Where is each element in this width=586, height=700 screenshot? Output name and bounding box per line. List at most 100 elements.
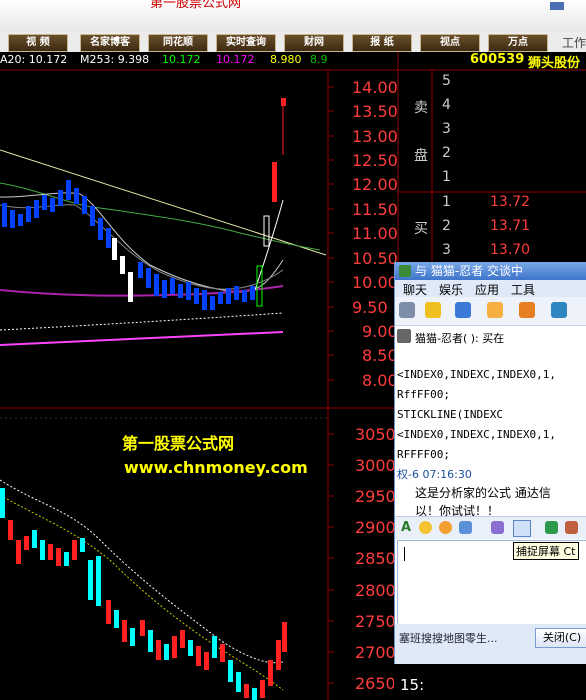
menu-blog[interactable]: 名家博客 <box>80 34 140 52</box>
indicator-value-magenta: 10.172 <box>216 53 255 66</box>
message-line: STICKLINE(INDEXC <box>397 408 503 421</box>
bottom-time: 15: <box>400 676 425 694</box>
message-sender: 猫猫-忍者( ): 买在 <box>415 332 505 345</box>
menu-viewpoint[interactable]: 视点 <box>420 34 480 52</box>
screenshot-icon[interactable] <box>513 520 531 537</box>
voice-icon[interactable] <box>425 302 441 318</box>
footer-ad-text[interactable]: 塞班搜搜地图零生... <box>399 630 498 646</box>
axis-label: 9.00 <box>362 322 398 341</box>
axis-label: 13.00 <box>352 127 398 146</box>
buy-price: 13.70 <box>490 242 531 258</box>
message-line: <INDEX0,INDEXC,INDEX0,1, <box>397 368 556 381</box>
app-icon[interactable] <box>487 302 503 318</box>
axis-label: 12.50 <box>352 151 398 170</box>
tab-apps[interactable]: 应用 <box>475 281 499 298</box>
axis-label: 2950 <box>355 487 396 506</box>
menu-bar: 视 频 名家博客 同花顺 实时查询 财网 报 纸 视点 万点 工作 <box>0 32 586 52</box>
indicator-value-darkgreen: 8.9 <box>310 53 328 66</box>
menu-work[interactable]: 工作 <box>562 34 586 51</box>
lower-candles <box>0 488 287 700</box>
axis-label: 11.00 <box>352 224 398 243</box>
axis-label: 2800 <box>355 581 396 600</box>
menu-wandian[interactable]: 万点 <box>488 34 548 52</box>
axis-label: 2700 <box>355 643 396 662</box>
tab-fun[interactable]: 娱乐 <box>439 281 463 298</box>
axis-label: 3000 <box>355 456 396 475</box>
sell-level: 2 <box>442 145 451 161</box>
image-icon[interactable] <box>491 521 504 534</box>
sell-label-2: 盘 <box>414 148 428 164</box>
close-button[interactable]: 关闭(C) <box>535 628 586 648</box>
chat-toolbar <box>395 297 586 326</box>
buy-level: 1 <box>442 194 451 210</box>
message-line: RffFF00; <box>397 388 450 401</box>
chat-app-icon <box>399 265 411 277</box>
chat-window[interactable]: 与 猫猫-忍者 交谈中 聊天 娱乐 应用 工具 猫猫-忍者( ): 买在 <IN… <box>394 262 586 700</box>
axis-label: 2850 <box>355 549 396 568</box>
watermark-url: www.chnmoney.com <box>124 458 308 477</box>
tab-chat[interactable]: 聊天 <box>403 281 427 298</box>
chat-title: 与 猫猫-忍者 交谈中 <box>415 264 523 278</box>
reply-header: 权-6 07:16:30 <box>397 468 472 481</box>
menu-realtime[interactable]: 实时查询 <box>216 34 276 52</box>
more-icon[interactable] <box>551 302 567 318</box>
reply-line: 以！你试试！！ <box>415 504 500 516</box>
sell-level: 4 <box>442 97 451 113</box>
axis-label: 14.00 <box>352 78 398 97</box>
message-line: <INDEX0,INDEXC,INDEX0,1, <box>397 428 556 441</box>
buy-level: 2 <box>442 218 451 234</box>
axis-label: 12.00 <box>352 175 398 194</box>
contact-icon[interactable] <box>519 302 535 318</box>
format-toolbar: A <box>395 516 586 539</box>
file-icon[interactable] <box>455 302 471 318</box>
dropdown-icon[interactable] <box>550 2 564 10</box>
indicator-a20: A20: 10.172 <box>0 53 68 66</box>
buy-level: 3 <box>442 242 451 258</box>
chat-title-bar[interactable]: 与 猫猫-忍者 交谈中 <box>395 262 586 280</box>
music-icon[interactable] <box>545 521 558 534</box>
message-line: RFFFF00; <box>397 448 450 461</box>
message-area: 猫猫-忍者( ): 买在 <INDEX0,INDEXC,INDEX0,1, Rf… <box>395 326 586 516</box>
axis-label: 8.50 <box>362 346 398 365</box>
axis-label: 13.50 <box>352 102 398 121</box>
indicator-value-green: 10.172 <box>162 53 201 66</box>
indicator-value-yellow: 8.980 <box>270 53 302 66</box>
axis-label: 11.50 <box>352 200 398 219</box>
sell-label-1: 卖 <box>414 100 428 116</box>
font-icon[interactable]: A <box>401 520 411 535</box>
video-icon[interactable] <box>399 302 415 318</box>
shake-icon[interactable] <box>459 521 472 534</box>
text-cursor <box>404 547 405 561</box>
window-title-bar: 第一股票公式网 <box>0 0 586 33</box>
axis-label: 9.50 <box>352 298 388 317</box>
menu-video[interactable]: 视 频 <box>8 34 68 52</box>
reply-line: 这是分析家的公式 通达信 <box>415 486 551 500</box>
sell-level: 1 <box>442 169 451 185</box>
emoji-icon[interactable] <box>419 521 432 534</box>
axis-label: 2650 <box>355 674 396 693</box>
gift-icon[interactable] <box>565 521 578 534</box>
tab-tools[interactable]: 工具 <box>511 281 535 298</box>
axis-label: 10.50 <box>352 249 398 268</box>
stock-header: 600539 狮头股份 <box>400 52 586 71</box>
screenshot-tooltip: 捕捉屏幕 Ct <box>513 542 579 560</box>
buy-price: 13.72 <box>490 194 531 210</box>
menu-tonghuashun[interactable]: 同花顺 <box>148 34 208 52</box>
sticker-icon[interactable] <box>439 521 452 534</box>
axis-label: 2750 <box>355 612 396 631</box>
upper-candles <box>2 98 286 310</box>
axis-label: 2900 <box>355 518 396 537</box>
axis-label: 3050 <box>355 425 396 444</box>
sell-level: 3 <box>442 121 451 137</box>
axis-label: 8.00 <box>362 371 398 390</box>
sell-level: 5 <box>442 73 451 89</box>
stock-name: 狮头股份 <box>528 56 581 71</box>
menu-newspaper[interactable]: 报 纸 <box>352 34 412 52</box>
indicator-m253: M253: 9.398 <box>80 53 150 66</box>
menu-finance[interactable]: 财网 <box>284 34 344 52</box>
window-title: 第一股票公式网 <box>150 0 242 11</box>
avatar <box>397 329 411 343</box>
stock-code: 600539 <box>470 52 525 67</box>
chat-tab-bar: 聊天 娱乐 应用 工具 <box>395 280 586 297</box>
watermark-title: 第一股票公式网 <box>122 434 235 453</box>
